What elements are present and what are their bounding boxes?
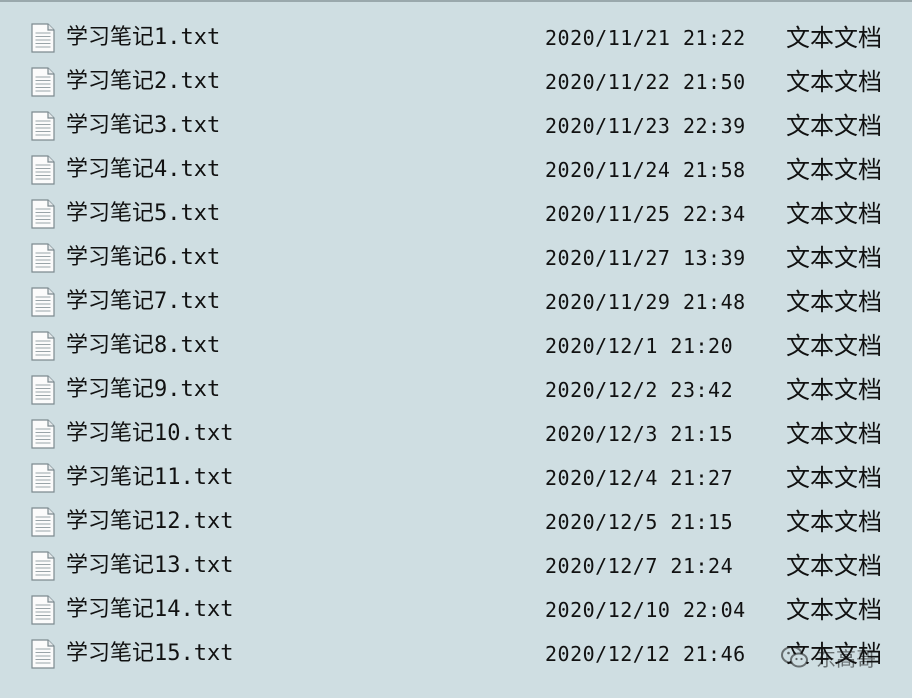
file-name: 学习笔记9.txt — [66, 377, 221, 402]
file-name: 学习笔记5.txt — [66, 201, 221, 226]
watermark-text: 东高哥 — [816, 646, 876, 671]
file-type: 文本文档 — [786, 112, 882, 140]
text-document-icon — [30, 287, 56, 317]
file-type: 文本文档 — [786, 420, 882, 448]
file-modified-date: 2020/11/27 13:39 — [545, 246, 746, 270]
file-row[interactable]: 学习笔记7.txt 2020/11/29 21:48 文本文档 — [0, 280, 912, 324]
file-name: 学习笔记12.txt — [66, 509, 234, 534]
wechat-icon — [781, 646, 808, 668]
text-document-icon — [30, 375, 56, 405]
file-type: 文本文档 — [786, 24, 882, 52]
file-name: 学习笔记6.txt — [66, 245, 221, 270]
file-type: 文本文档 — [786, 552, 882, 580]
file-row[interactable]: 学习笔记9.txt 2020/12/2 23:42 文本文档 — [0, 368, 912, 412]
file-name: 学习笔记1.txt — [66, 25, 221, 50]
file-type: 文本文档 — [786, 244, 882, 272]
file-list: 学习笔记1.txt 2020/11/21 21:22 文本文档 学习笔记2.txt 2… — [0, 16, 912, 676]
file-row[interactable]: 学习笔记14.txt 2020/12/10 22:04 文本文档 — [0, 588, 912, 632]
file-modified-date: 2020/12/2 23:42 — [545, 378, 734, 402]
file-row[interactable]: 学习笔记13.txt 2020/12/7 21:24 文本文档 — [0, 544, 912, 588]
file-modified-date: 2020/11/25 22:34 — [545, 202, 746, 226]
file-name: 学习笔记13.txt — [66, 553, 234, 578]
file-type: 文本文档 — [786, 332, 882, 360]
file-row[interactable]: 学习笔记11.txt 2020/12/4 21:27 文本文档 — [0, 456, 912, 500]
text-document-icon — [30, 23, 56, 53]
file-type: 文本文档 — [786, 200, 882, 228]
file-type: 文本文档 — [786, 464, 882, 492]
text-document-icon — [30, 507, 56, 537]
file-row[interactable]: 学习笔记12.txt 2020/12/5 21:15 文本文档 — [0, 500, 912, 544]
file-row[interactable]: 学习笔记1.txt 2020/11/21 21:22 文本文档 — [0, 16, 912, 60]
file-type: 文本文档 — [786, 156, 882, 184]
watermark: 东高哥 — [780, 632, 905, 682]
text-document-icon — [30, 155, 56, 185]
text-document-icon — [30, 67, 56, 97]
file-type: 文本文档 — [786, 68, 882, 96]
file-name: 学习笔记3.txt — [66, 113, 221, 138]
file-modified-date: 2020/12/4 21:27 — [545, 466, 734, 490]
text-document-icon — [30, 419, 56, 449]
file-modified-date: 2020/12/10 22:04 — [545, 598, 746, 622]
file-row[interactable]: 学习笔记2.txt 2020/11/22 21:50 文本文档 — [0, 60, 912, 104]
file-row[interactable]: 学习笔记10.txt 2020/12/3 21:15 文本文档 — [0, 412, 912, 456]
window-top-border — [0, 0, 912, 2]
file-type: 文本文档 — [786, 596, 882, 624]
file-row[interactable]: 学习笔记3.txt 2020/11/23 22:39 文本文档 — [0, 104, 912, 148]
file-row[interactable]: 学习笔记8.txt 2020/12/1 21:20 文本文档 — [0, 324, 912, 368]
file-modified-date: 2020/12/5 21:15 — [545, 510, 734, 534]
file-modified-date: 2020/11/21 21:22 — [545, 26, 746, 50]
file-modified-date: 2020/12/3 21:15 — [545, 422, 734, 446]
file-type: 文本文档 — [786, 376, 882, 404]
text-document-icon — [30, 331, 56, 361]
text-document-icon — [30, 111, 56, 141]
file-modified-date: 2020/12/1 21:20 — [545, 334, 734, 358]
file-row[interactable]: 学习笔记6.txt 2020/11/27 13:39 文本文档 — [0, 236, 912, 280]
text-document-icon — [30, 639, 56, 669]
file-name: 学习笔记15.txt — [66, 641, 234, 666]
file-modified-date: 2020/11/29 21:48 — [545, 290, 746, 314]
file-name: 学习笔记4.txt — [66, 157, 221, 182]
file-name: 学习笔记2.txt — [66, 69, 221, 94]
file-name: 学习笔记10.txt — [66, 421, 234, 446]
file-modified-date: 2020/11/22 21:50 — [545, 70, 746, 94]
file-modified-date: 2020/11/24 21:58 — [545, 158, 746, 182]
text-document-icon — [30, 243, 56, 273]
text-document-icon — [30, 595, 56, 625]
file-name: 学习笔记11.txt — [66, 465, 234, 490]
text-document-icon — [30, 463, 56, 493]
file-modified-date: 2020/12/7 21:24 — [545, 554, 734, 578]
file-row[interactable]: 学习笔记5.txt 2020/11/25 22:34 文本文档 — [0, 192, 912, 236]
file-type: 文本文档 — [786, 508, 882, 536]
file-row[interactable]: 学习笔记15.txt 2020/12/12 21:46 文本文档 — [0, 632, 912, 676]
file-name: 学习笔记14.txt — [66, 597, 234, 622]
file-row[interactable]: 学习笔记4.txt 2020/11/24 21:58 文本文档 — [0, 148, 912, 192]
file-modified-date: 2020/12/12 21:46 — [545, 642, 746, 666]
file-name: 学习笔记8.txt — [66, 333, 221, 358]
text-document-icon — [30, 199, 56, 229]
file-type: 文本文档 — [786, 288, 882, 316]
file-name: 学习笔记7.txt — [66, 289, 221, 314]
text-document-icon — [30, 551, 56, 581]
file-modified-date: 2020/11/23 22:39 — [545, 114, 746, 138]
